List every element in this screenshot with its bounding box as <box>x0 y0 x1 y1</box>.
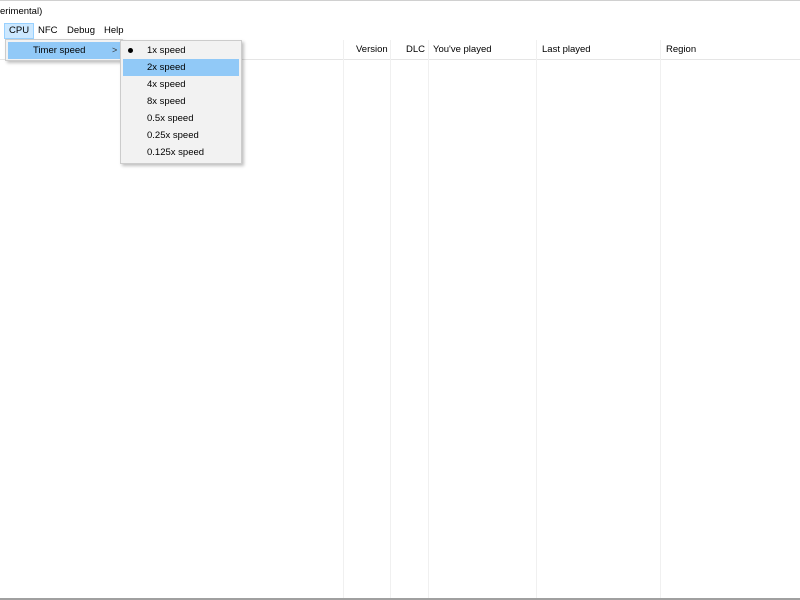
column-youve-played[interactable]: You've played <box>433 40 492 60</box>
column-divider[interactable] <box>390 40 391 600</box>
column-divider[interactable] <box>343 40 344 600</box>
speed-option-label: 2x speed <box>147 62 186 73</box>
speed-option-label: 1x speed <box>147 45 186 56</box>
menu-item-0-125x-speed[interactable]: 0.125x speed <box>123 144 239 161</box>
menu-item-0-25x-speed[interactable]: 0.25x speed <box>123 127 239 144</box>
menu-cpu[interactable]: CPU <box>4 23 35 39</box>
submenu-arrow-icon: > <box>112 45 118 55</box>
speed-option-label: 0.5x speed <box>147 113 194 124</box>
window-title: erimental) <box>0 6 43 17</box>
menu-item-4x-speed[interactable]: 4x speed <box>123 76 239 93</box>
speed-option-label: 0.25x speed <box>147 130 199 141</box>
menu-item-1x-speed[interactable]: 1x speed <box>123 42 239 59</box>
menu-item-2x-speed[interactable]: 2x speed <box>123 59 239 76</box>
emulator-window: erimental) CPU NFC Debug Help Version DL… <box>0 0 800 600</box>
timer-speed-submenu: 1x speed 2x speed 4x speed 8x speed 0.5x… <box>120 40 242 164</box>
column-region[interactable]: Region <box>666 40 696 60</box>
speed-option-label: 4x speed <box>147 79 186 90</box>
menu-debug[interactable]: Debug <box>63 23 99 39</box>
column-divider[interactable] <box>660 40 661 600</box>
column-divider[interactable] <box>536 40 537 600</box>
column-last-played[interactable]: Last played <box>542 40 591 60</box>
title-bar: erimental) <box>0 0 800 22</box>
menu-nfc[interactable]: NFC <box>34 23 62 39</box>
cpu-dropdown-menu: Timer speed > <box>5 39 123 61</box>
speed-option-label: 8x speed <box>147 96 186 107</box>
menu-item-timer-speed[interactable]: Timer speed > <box>8 42 120 59</box>
column-version[interactable]: Version <box>356 40 388 60</box>
menu-help[interactable]: Help <box>100 23 128 39</box>
column-divider[interactable] <box>428 40 429 600</box>
speed-option-label: 0.125x speed <box>147 147 205 158</box>
timer-speed-label: Timer speed <box>33 45 86 56</box>
menu-item-0-5x-speed[interactable]: 0.5x speed <box>123 110 239 127</box>
menu-bar: CPU NFC Debug Help <box>0 22 800 40</box>
column-dlc[interactable]: DLC <box>406 40 425 60</box>
menu-item-8x-speed[interactable]: 8x speed <box>123 93 239 110</box>
